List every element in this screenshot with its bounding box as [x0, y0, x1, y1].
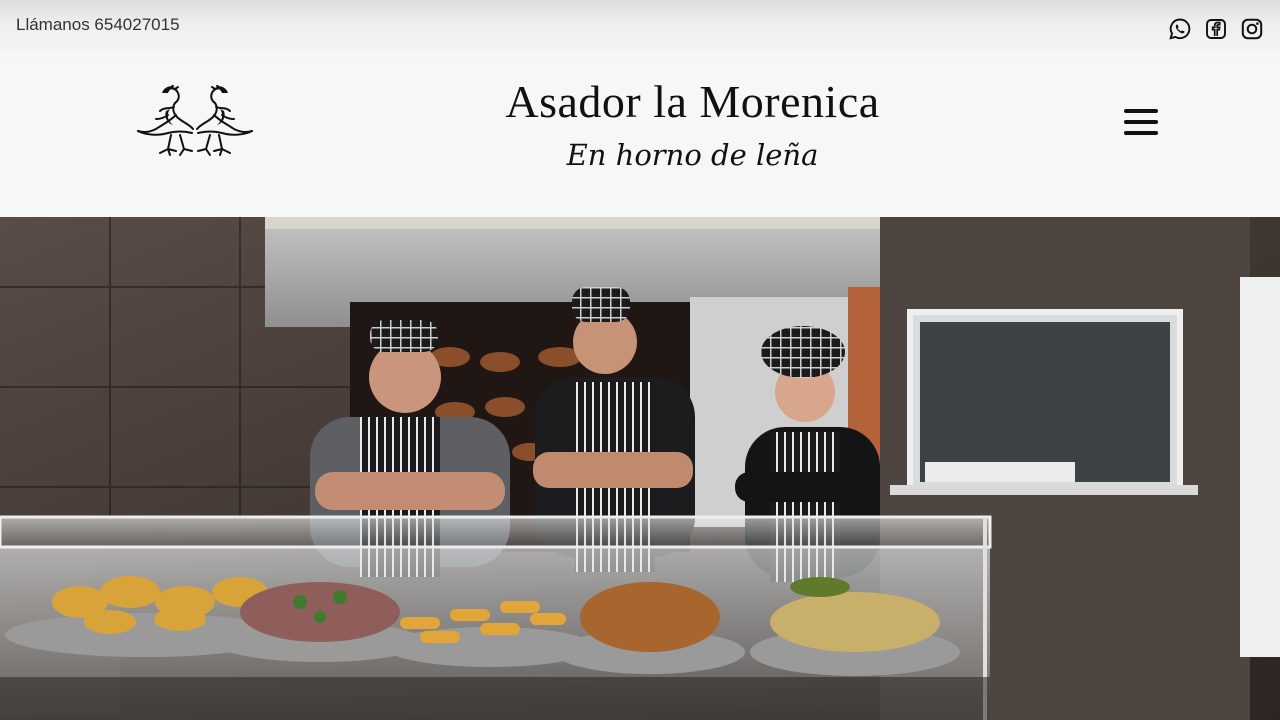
menu-bar — [1124, 120, 1158, 124]
hero-photo — [0, 217, 1280, 720]
social-links — [1168, 17, 1264, 41]
instagram-icon[interactable] — [1240, 17, 1264, 41]
brand-header: Asador la Morenica En horno de leña — [0, 60, 1280, 217]
facebook-icon[interactable] — [1204, 17, 1228, 41]
phone-text[interactable]: Llámanos 654027015 — [16, 15, 180, 35]
top-bar: Llámanos 654027015 — [0, 0, 1280, 60]
whatsapp-icon[interactable] — [1168, 17, 1192, 41]
site-tagline: En horno de leña — [566, 138, 819, 172]
hamburger-menu-icon[interactable] — [1124, 109, 1158, 137]
site-title[interactable]: Asador la Morenica — [0, 75, 1280, 128]
menu-bar — [1124, 131, 1158, 135]
menu-bar — [1124, 109, 1158, 113]
